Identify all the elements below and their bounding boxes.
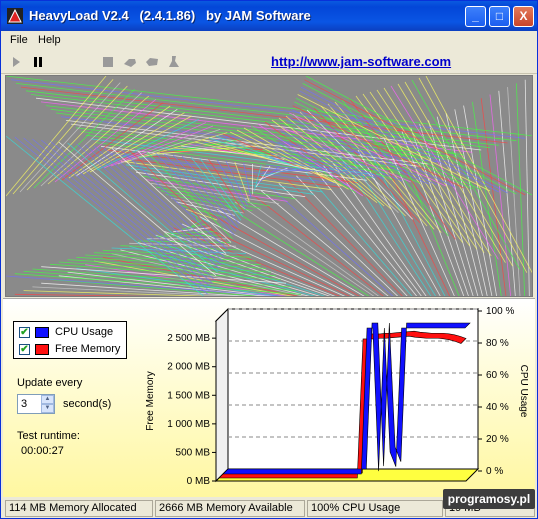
- play-icon[interactable]: [9, 55, 23, 69]
- watermark-logo: programosy.pl: [443, 489, 535, 509]
- left-axis-title: Free Memory: [145, 371, 156, 430]
- memory-icon[interactable]: [145, 55, 159, 69]
- memory-checkbox[interactable]: ✔: [19, 344, 30, 355]
- right-axis-tick-label: 40 %: [486, 402, 509, 413]
- memory-swatch: [35, 344, 49, 355]
- runtime-label: Test runtime:: [17, 430, 80, 442]
- left-axis-tick-label: 1 000 MB: [167, 419, 210, 430]
- legend-memory-row[interactable]: ✔ Free Memory: [17, 341, 125, 357]
- right-axis-tick-label: 0 %: [486, 466, 503, 477]
- update-unit-label: second(s): [63, 398, 112, 410]
- cpu-icon[interactable]: [123, 55, 137, 69]
- runtime-value: 00:00:27: [21, 445, 64, 457]
- stress-graphics-canvas: [5, 75, 533, 297]
- website-link[interactable]: http://www.jam-software.com: [271, 54, 451, 69]
- heavyload-app-icon: [7, 8, 23, 24]
- spin-down-icon[interactable]: ▼: [41, 404, 54, 413]
- pause-icon[interactable]: [31, 55, 45, 69]
- status-memory-allocated: 114 MB Memory Allocated: [5, 500, 153, 517]
- legend-cpu-row[interactable]: ✔ CPU Usage: [17, 324, 125, 340]
- main-window: HeavyLoad V2.4 (2.4.1.86) by JAM Softwar…: [0, 0, 538, 519]
- update-spinner[interactable]: ▲ ▼: [41, 395, 54, 413]
- disk-icon[interactable]: [167, 55, 181, 69]
- stop-icon[interactable]: [101, 55, 115, 69]
- right-axis-tick-label: 60 %: [486, 370, 509, 381]
- chart-left-wall: [215, 307, 229, 483]
- maximize-button[interactable]: □: [489, 6, 510, 27]
- cpu-legend-label: CPU Usage: [55, 326, 114, 338]
- left-axis-tick-label: 0 MB: [187, 476, 211, 487]
- left-axis-tick-label: 1 500 MB: [167, 390, 210, 401]
- title-bar[interactable]: HeavyLoad V2.4 (2.4.1.86) by JAM Softwar…: [1, 1, 537, 31]
- cpu-swatch: [35, 327, 49, 338]
- left-axis-tick-label: 2 500 MB: [167, 333, 210, 344]
- left-axis-tick-label: 2 000 MB: [167, 362, 210, 373]
- menu-bar: File Help: [1, 31, 537, 50]
- window-title: HeavyLoad V2.4 (2.4.1.86) by JAM Softwar…: [29, 8, 311, 23]
- usage-chart: 0 MB 500 MB 1 000 MB 1 500 MB 2 000 MB 2 500 …: [145, 306, 529, 487]
- status-memory-available: 2666 MB Memory Available: [155, 500, 305, 517]
- memory-legend-label: Free Memory: [55, 343, 121, 355]
- left-axis-tick-label: 500 MB: [176, 447, 211, 458]
- minimize-button[interactable]: _: [465, 6, 486, 27]
- right-axis-tick-label: 80 %: [486, 338, 509, 349]
- status-cpu-usage: 100% CPU Usage: [307, 500, 443, 517]
- spin-up-icon[interactable]: ▲: [41, 395, 54, 404]
- menu-help[interactable]: Help: [38, 34, 61, 46]
- right-axis-tick-label: 100 %: [486, 306, 514, 317]
- close-button[interactable]: X: [513, 6, 534, 27]
- stress-graphics: [6, 76, 532, 296]
- chart-legend: ✔ CPU Usage ✔ Free Memory: [13, 321, 127, 359]
- monitor-panel: ✔ CPU Usage ✔ Free Memory Update every ▲…: [3, 298, 535, 497]
- right-axis-tick-label: 20 %: [486, 434, 509, 445]
- toolbar: http://www.jam-software.com: [1, 50, 537, 74]
- right-axis-title: CPU Usage: [518, 365, 529, 418]
- menu-file[interactable]: File: [10, 34, 28, 46]
- update-label: Update every: [17, 377, 83, 389]
- cpu-checkbox[interactable]: ✔: [19, 327, 30, 338]
